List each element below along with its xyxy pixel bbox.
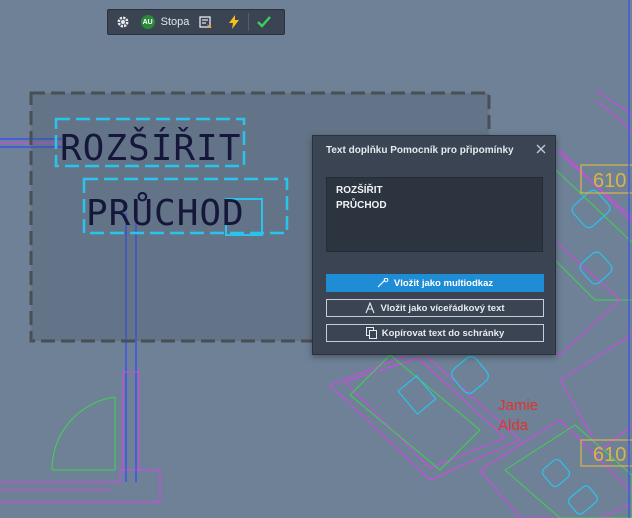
- markup-import-button[interactable]: [192, 10, 220, 34]
- markup-toolbar: AU Stopa: [107, 9, 285, 35]
- copy-to-clipboard-button[interactable]: Kopírovat text do schránky: [326, 324, 544, 342]
- user-label: Stopa: [160, 16, 190, 28]
- copy-icon: [365, 327, 377, 339]
- handwritten-text-line2: PRŮCHOD: [86, 191, 245, 234]
- svg-text:610: 610: [593, 170, 626, 192]
- insert-mtext-label: Vložit jako víceřádkový text: [380, 302, 505, 314]
- avatar: AU: [140, 15, 155, 29]
- annotation-name-line2: Alda: [498, 417, 529, 434]
- lightning-button[interactable]: [220, 10, 248, 34]
- svg-text:610: 610: [593, 444, 626, 466]
- markup-import-icon: [199, 16, 212, 28]
- copy-to-clipboard-label: Kopírovat text do schránky: [381, 327, 505, 339]
- markup-assist-panel: Text doplňku Pomocník pro připomínky ROZ…: [312, 135, 556, 355]
- user-track-button[interactable]: AU Stopa: [138, 10, 192, 34]
- insert-mtext-button[interactable]: Vložit jako víceřádkový text: [326, 299, 544, 317]
- insert-multileader-label: Vložit jako multiodkaz: [393, 277, 494, 289]
- checkmark-icon: [257, 16, 271, 28]
- multileader-icon: [377, 278, 389, 288]
- insert-multileader-button[interactable]: Vložit jako multiodkaz: [326, 274, 544, 292]
- text-icon: [365, 302, 375, 314]
- door-swing: [51, 396, 116, 471]
- annotation-name-line1: Jamie: [498, 397, 538, 414]
- lightning-icon: [229, 15, 239, 29]
- settings-button[interactable]: [108, 10, 138, 34]
- confirm-button[interactable]: [249, 10, 279, 34]
- recognized-text-line1: ROZŠÍŘIT: [336, 185, 383, 196]
- recognized-text-line2: PRŮCHOD: [336, 200, 387, 211]
- gear-icon: [117, 16, 129, 28]
- recognized-text-box[interactable]: ROZŠÍŘIT PRŮCHOD: [326, 177, 543, 252]
- panel-title: Text doplňku Pomocník pro připomínky: [326, 145, 514, 156]
- close-icon[interactable]: [535, 143, 547, 155]
- room-tag-bottom: 610: [580, 439, 632, 467]
- handwritten-text-line1: ROZŠÍŘIT: [60, 127, 241, 169]
